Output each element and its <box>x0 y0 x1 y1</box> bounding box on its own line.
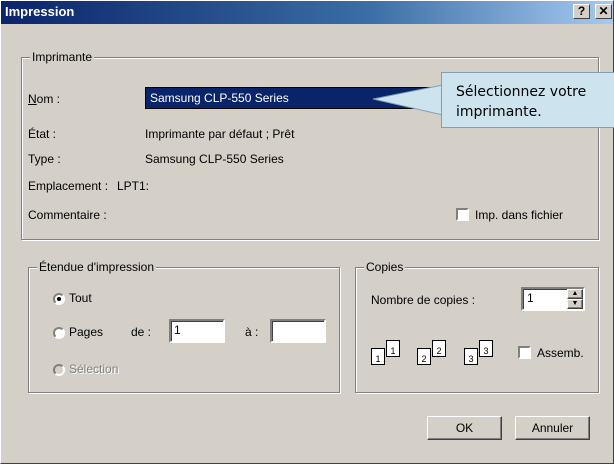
printer-group-legend: Imprimante <box>30 50 95 64</box>
callout-line-2: imprimante. <box>456 104 542 120</box>
pages-label: Pages <box>69 325 104 339</box>
collate-label: Assemb. <box>537 346 584 360</box>
copies-count-value: 1 <box>527 291 534 305</box>
print-dialog: Impression ? ✕ Imprimante Nom : Samsung … <box>0 0 614 464</box>
page-icon-1b: 1 <box>386 340 400 357</box>
copies-up-arrow-icon[interactable]: ▲ <box>567 289 583 299</box>
page-icon-3: 3 <box>464 348 478 365</box>
collate-checkbox[interactable] <box>518 346 531 359</box>
all-label: Tout <box>69 291 92 305</box>
copies-group-legend: Copies <box>364 260 406 274</box>
state-label: État : <box>28 127 57 141</box>
callout-line-1: Sélectionnez votre <box>456 84 587 100</box>
from-page-input[interactable]: 1 <box>169 319 225 343</box>
callout-box: Sélectionnez votre imprimante. <box>441 72 614 128</box>
copies-down-arrow-icon[interactable]: ▼ <box>567 299 583 309</box>
selection-radio[interactable] <box>53 364 65 376</box>
to-page-input[interactable] <box>270 319 326 343</box>
selection-label: Sélection <box>69 362 119 376</box>
callout-pointer-icon <box>372 84 443 116</box>
page-icon-1: 1 <box>371 348 385 365</box>
to-label: à : <box>245 325 259 339</box>
copies-count-label: Nombre de copies : <box>371 293 476 307</box>
pages-radio[interactable] <box>53 327 65 339</box>
window-title: Impression <box>5 4 75 19</box>
name-label: Nom : <box>28 92 61 106</box>
all-radio[interactable] <box>53 293 65 305</box>
comment-label: Commentaire : <box>28 208 107 222</box>
type-value: Samsung CLP-550 Series <box>145 152 284 166</box>
state-value: Imprimante par défaut ; Prêt <box>145 127 295 141</box>
ok-button[interactable]: OK <box>427 416 502 440</box>
callout-text: Sélectionnez votre imprimante. <box>456 82 586 122</box>
print-to-file-label: Imp. dans fichier <box>475 208 564 222</box>
type-label: Type : <box>28 152 61 166</box>
page-icon-2: 2 <box>417 348 431 365</box>
page-icon-3b: 3 <box>479 340 493 357</box>
location-label: Emplacement : <box>28 179 109 193</box>
page-icon-2b: 2 <box>432 340 446 357</box>
close-button[interactable]: ✕ <box>595 4 612 19</box>
print-to-file-checkbox[interactable] <box>456 208 469 221</box>
help-button[interactable]: ? <box>573 4 590 19</box>
copies-group: Copies <box>355 260 599 393</box>
cancel-button[interactable]: Annuler <box>515 416 590 440</box>
title-bar[interactable]: Impression ? ✕ <box>1 1 613 24</box>
from-label: de : <box>131 325 152 339</box>
location-value: LPT1: <box>117 179 150 193</box>
range-group-legend: Étendue d'impression <box>37 260 157 274</box>
